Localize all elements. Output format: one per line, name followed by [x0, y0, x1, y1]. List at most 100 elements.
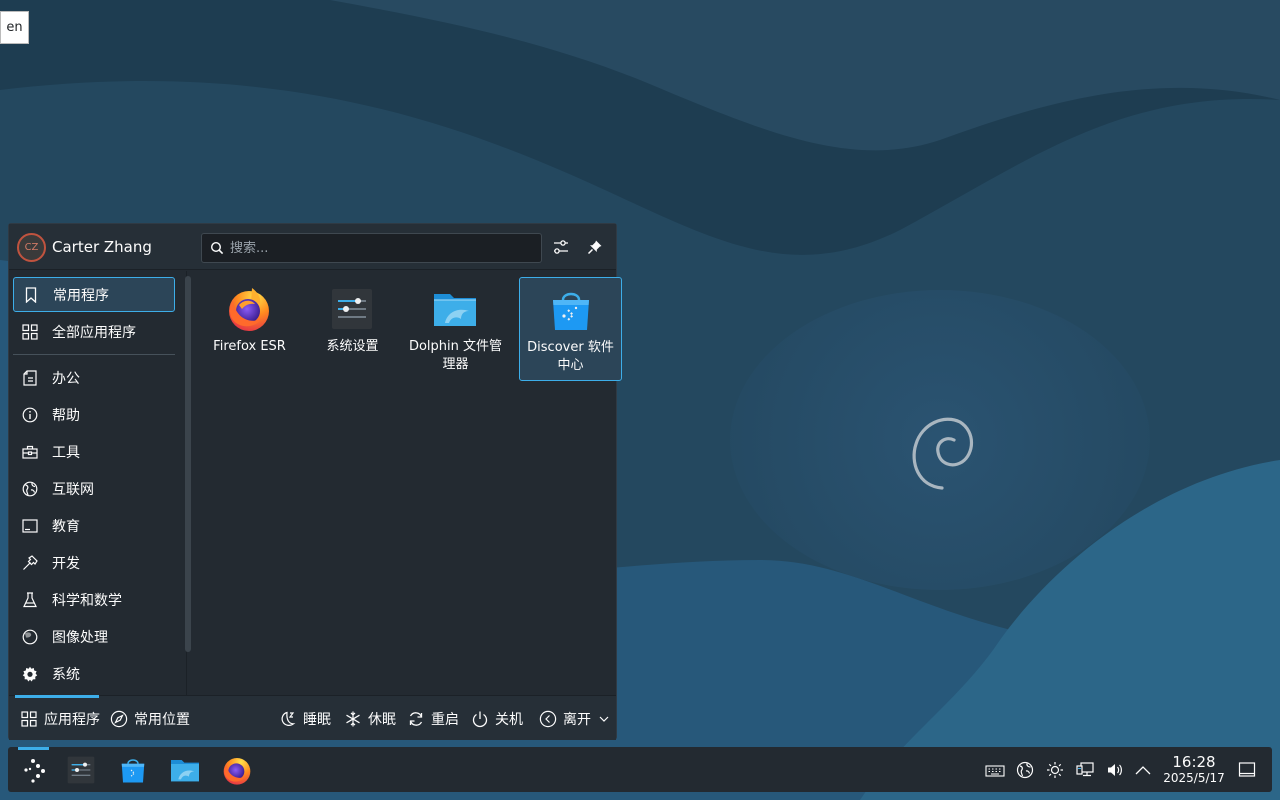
- dolphin-folder-icon: [434, 294, 476, 326]
- user-name: Carter Zhang: [52, 238, 152, 256]
- brightness-icon[interactable]: [1044, 759, 1066, 781]
- shutdown-button[interactable]: 关机: [471, 708, 523, 730]
- search-field[interactable]: [201, 233, 542, 263]
- gear-icon: [21, 665, 39, 683]
- toolbox-icon: [21, 443, 39, 461]
- pin-icon[interactable]: [584, 236, 606, 258]
- category-sidebar: 常用程序 全部应用程序 办公 帮助 工具 互联网 教育 开发 科学和数学 图像处…: [9, 271, 187, 695]
- action-label: 关机: [495, 712, 523, 728]
- sidebar-item-label: 互联网: [52, 481, 94, 498]
- taskbar-panel: 16:28 2025/5/17: [8, 747, 1272, 792]
- sidebar-scrollbar[interactable]: [185, 276, 191, 652]
- sidebar-item-label: 教育: [52, 518, 80, 535]
- sidebar-item-internet[interactable]: 互联网: [13, 471, 175, 506]
- sidebar-item-label: 办公: [52, 370, 80, 387]
- leave-icon: [539, 710, 557, 728]
- clock-time: 16:28: [1172, 753, 1216, 771]
- launcher-footer: 应用程序 常用位置 睡眠 休眠 重启 关机 离开: [9, 695, 616, 740]
- flask-icon: [21, 591, 39, 609]
- sidebar-item-all-apps[interactable]: 全部应用程序: [13, 314, 175, 349]
- sidebar-item-graphics[interactable]: 图像处理: [13, 619, 175, 654]
- app-tile-discover[interactable]: Discover 软件中心: [519, 277, 622, 381]
- sidebar-item-favorites[interactable]: 常用程序: [13, 277, 175, 312]
- launcher-header: CZ Carter Zhang: [9, 224, 616, 270]
- action-label: 离开: [563, 712, 591, 728]
- sidebar-item-label: 系统: [52, 666, 80, 683]
- app-tile-system-settings[interactable]: 系统设置: [301, 277, 404, 381]
- office-icon: [21, 369, 39, 387]
- education-icon: [21, 517, 39, 535]
- digital-clock[interactable]: 16:28 2025/5/17: [1158, 753, 1230, 786]
- clock-date: 2025/5/17: [1163, 771, 1225, 785]
- action-label: 睡眠: [303, 712, 331, 728]
- sidebar-divider: [13, 354, 175, 355]
- hibernate-button[interactable]: 休眠: [344, 708, 396, 730]
- app-tile-label: Firefox ESR: [213, 339, 286, 354]
- task-discover[interactable]: [116, 753, 150, 787]
- expand-tray-icon[interactable]: [1132, 759, 1154, 781]
- dolphin-folder-icon: [171, 760, 199, 782]
- hibernate-icon: [344, 710, 362, 728]
- avatar[interactable]: CZ: [17, 233, 46, 262]
- grid-icon: [21, 323, 39, 341]
- graphics-icon: [21, 628, 39, 646]
- sidebar-item-label: 常用程序: [53, 287, 109, 304]
- sidebar-item-label: 开发: [52, 555, 80, 572]
- sidebar-item-office[interactable]: 办公: [13, 360, 175, 395]
- action-label: 休眠: [368, 712, 396, 728]
- sidebar-item-system[interactable]: 系统: [13, 656, 175, 691]
- sidebar-item-help[interactable]: 帮助: [13, 397, 175, 432]
- search-icon: [210, 241, 224, 259]
- task-dolphin[interactable]: [168, 753, 202, 787]
- application-launcher: CZ Carter Zhang 常用程序 全部应用程序 办公: [8, 223, 622, 740]
- bookmark-icon: [22, 286, 40, 304]
- configure-icon[interactable]: [550, 236, 572, 258]
- discover-icon: [121, 759, 145, 783]
- sidebar-item-label: 全部应用程序: [52, 324, 136, 341]
- launcher-active-indicator: [18, 747, 49, 750]
- sleep-icon: [279, 710, 297, 728]
- info-icon: [21, 406, 39, 424]
- firefox-icon: [229, 288, 269, 331]
- sleep-button[interactable]: 睡眠: [279, 708, 331, 730]
- app-tile-dolphin[interactable]: Dolphin 文件管理器: [404, 277, 507, 381]
- globe-icon: [21, 480, 39, 498]
- active-tab-indicator: [15, 695, 99, 698]
- network-globe-icon[interactable]: [1014, 759, 1036, 781]
- firefox-icon: [223, 758, 251, 785]
- app-tile-firefox[interactable]: Firefox ESR: [198, 277, 301, 381]
- restart-button[interactable]: 重启: [407, 708, 459, 730]
- app-tile-label: 系统设置: [326, 339, 379, 354]
- task-firefox[interactable]: [220, 753, 254, 787]
- restart-icon: [407, 710, 425, 728]
- grid-icon: [20, 710, 38, 728]
- discover-icon: [553, 292, 589, 330]
- sidebar-item-science[interactable]: 科学和数学: [13, 582, 175, 617]
- application-launcher-button[interactable]: [18, 747, 50, 792]
- system-settings-icon: [332, 289, 372, 329]
- show-desktop-icon[interactable]: [1236, 759, 1258, 781]
- leave-button[interactable]: 离开: [539, 708, 609, 730]
- sidebar-item-education[interactable]: 教育: [13, 508, 175, 543]
- system-settings-icon: [67, 756, 95, 784]
- volume-icon[interactable]: [1104, 759, 1126, 781]
- app-tile-label: Discover 软件中心: [527, 340, 614, 373]
- compass-icon: [110, 710, 128, 728]
- sidebar-item-label: 图像处理: [52, 629, 108, 646]
- avatar-initials: CZ: [24, 242, 39, 253]
- sidebar-item-development[interactable]: 开发: [13, 545, 175, 580]
- tab-places[interactable]: 常用位置: [110, 708, 190, 730]
- task-system-settings[interactable]: [64, 753, 98, 787]
- sidebar-item-label: 工具: [52, 444, 80, 461]
- keyboard-layout-indicator[interactable]: en: [0, 11, 29, 44]
- wired-network-icon[interactable]: [1074, 759, 1096, 781]
- search-input[interactable]: [230, 238, 530, 258]
- keyboard-icon[interactable]: [984, 759, 1006, 781]
- tab-applications[interactable]: 应用程序: [20, 708, 100, 730]
- kde-logo-icon: [24, 758, 45, 783]
- tab-label: 应用程序: [44, 712, 100, 728]
- chevron-down-icon: [599, 715, 609, 723]
- sidebar-item-label: 帮助: [52, 407, 80, 424]
- hammer-icon: [21, 554, 39, 572]
- sidebar-item-utilities[interactable]: 工具: [13, 434, 175, 469]
